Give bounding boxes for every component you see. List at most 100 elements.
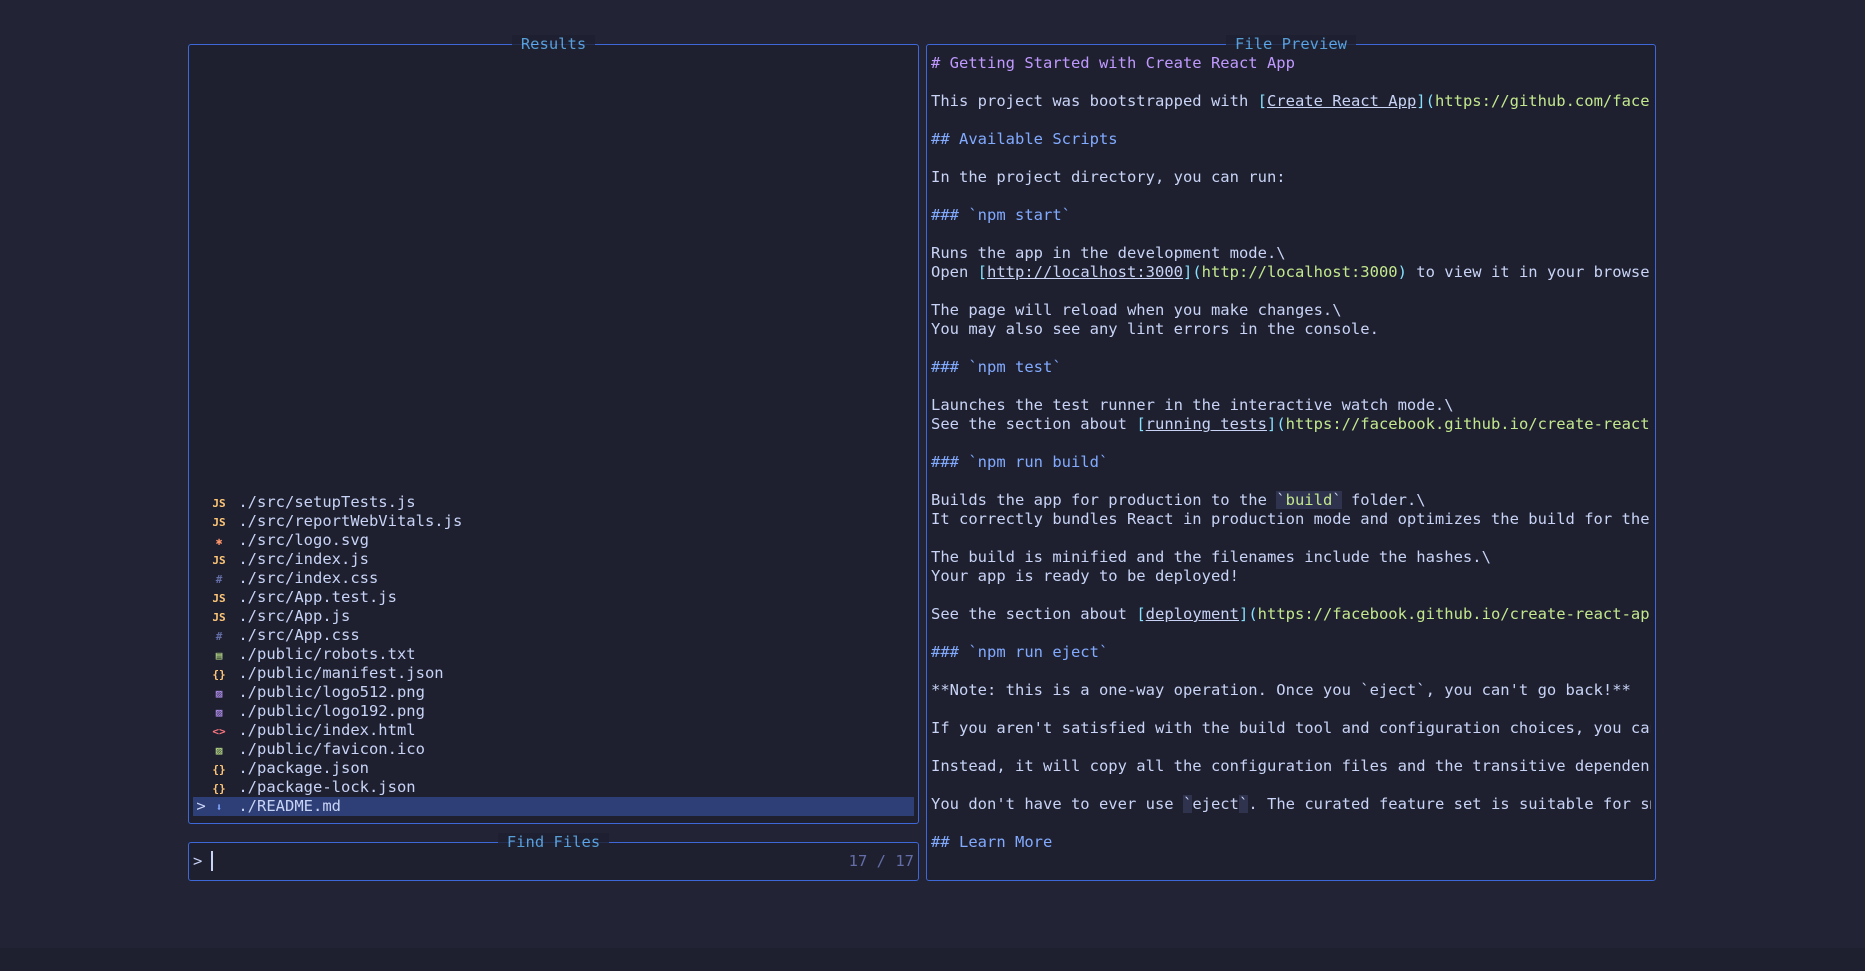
preview-text: If you aren't satisfied with the build t… <box>931 719 1651 737</box>
result-item[interactable]: <> ./public/index.html <box>193 721 914 740</box>
preview-text: ` <box>1182 795 1193 813</box>
preview-line <box>931 187 1651 206</box>
result-item[interactable]: # ./src/index.css <box>193 569 914 588</box>
preview-text: ## <box>931 833 959 851</box>
text-file-icon: ▤ <box>215 649 223 662</box>
result-item-path: ./src/logo.svg <box>229 531 369 549</box>
preview-line: ### `npm test` <box>931 358 1651 377</box>
preview-text: ### <box>931 206 969 224</box>
preview-line <box>931 434 1651 453</box>
preview-text: [ <box>1257 92 1267 110</box>
result-item-path: ./src/index.js <box>229 550 369 568</box>
preview-text: http://localhost:3000 <box>987 263 1183 281</box>
preview-text: . The curated feature set is suitable fo… <box>1248 795 1651 813</box>
result-item[interactable]: ▨ ./public/logo512.png <box>193 683 914 702</box>
preview-text: # Getting Started with Create React App <box>931 54 1295 72</box>
find-files-title: Find Files <box>189 832 918 852</box>
preview-text: ### <box>931 643 969 661</box>
json-icon: {} <box>212 668 226 681</box>
preview-text: folder.\ <box>1341 491 1426 509</box>
preview-line <box>931 472 1651 491</box>
preview-text: Launches the test runner in the interact… <box>931 396 1454 414</box>
preview-text: See the section about <box>931 605 1137 623</box>
result-item[interactable]: ✱ ./src/logo.svg <box>193 531 914 550</box>
result-item[interactable]: {} ./package.json <box>193 759 914 778</box>
preview-text: to view it in your browser. <box>1406 263 1651 281</box>
preview-text: Create React App <box>1266 92 1417 110</box>
preview-text: It correctly bundles React in production… <box>931 510 1651 528</box>
preview-text: deployment <box>1145 605 1239 623</box>
results-list[interactable]: JS ./src/setupTests.js JS ./src/reportWeb… <box>193 493 914 816</box>
preview-text: ` <box>1276 491 1286 509</box>
result-item[interactable]: JS ./src/App.js <box>193 607 914 626</box>
search-input[interactable] <box>211 851 213 871</box>
preview-text: `npm run build` <box>968 453 1109 471</box>
result-item[interactable]: {} ./package-lock.json <box>193 778 914 797</box>
preview-line <box>931 624 1651 643</box>
preview-text: [ <box>1136 415 1146 433</box>
preview-text: You may also see any lint errors in the … <box>931 320 1379 338</box>
preview-line: ### `npm start` <box>931 206 1651 225</box>
json-icon: {} <box>212 763 226 776</box>
result-item[interactable]: {} ./public/manifest.json <box>193 664 914 683</box>
result-item[interactable]: # ./src/App.css <box>193 626 914 645</box>
preview-line <box>931 73 1651 92</box>
preview-text: Your app is ready to be deployed! <box>931 567 1239 585</box>
preview-line <box>931 700 1651 719</box>
preview-content[interactable]: # Getting Started with Create React App T… <box>931 54 1651 852</box>
result-item[interactable]: JS ./src/reportWebVitals.js <box>193 512 914 531</box>
result-item[interactable]: ▨ ./public/logo192.png <box>193 702 914 721</box>
preview-text: eject <box>1192 795 1239 813</box>
preview-line: See the section about [deployment](https… <box>931 605 1651 624</box>
result-item-path: ./package-lock.json <box>229 778 416 796</box>
preview-text: ]( <box>1182 263 1202 281</box>
result-item[interactable]: > ⬇ ./README.md <box>193 797 914 816</box>
preview-text: ` <box>1238 795 1249 813</box>
file-preview-panel: File Preview # Getting Started with Crea… <box>926 35 1656 881</box>
preview-text: You don't have to ever use <box>931 795 1183 813</box>
terminal-bottom-bar <box>0 948 1865 971</box>
preview-line: ### `npm run build` <box>931 453 1651 472</box>
preview-line: **Note: this is a one-way operation. Onc… <box>931 681 1651 700</box>
result-item-path: ./package.json <box>229 759 369 777</box>
json-icon: {} <box>212 782 226 795</box>
preview-line <box>931 225 1651 244</box>
result-item-path: ./src/App.test.js <box>229 588 397 606</box>
preview-text: Learn More <box>959 833 1053 851</box>
result-item[interactable]: ▨ ./public/favicon.ico <box>193 740 914 759</box>
preview-line <box>931 814 1651 833</box>
preview-text: This project was bootstrapped with <box>931 92 1258 110</box>
preview-line <box>931 738 1651 757</box>
css-icon: # <box>215 573 223 586</box>
javascript-icon: JS <box>212 554 226 567</box>
result-item-path: ./public/manifest.json <box>229 664 444 682</box>
preview-text: ]( <box>1238 605 1258 623</box>
result-item[interactable]: JS ./src/index.js <box>193 550 914 569</box>
result-item[interactable]: ▤ ./public/robots.txt <box>193 645 914 664</box>
preview-line: You may also see any lint errors in the … <box>931 320 1651 339</box>
preview-text: build <box>1285 491 1333 509</box>
find-files-panel: Find Files > 17 / 17 <box>188 833 919 881</box>
preview-text: Runs the app in the development mode.\ <box>931 244 1286 262</box>
css-icon: # <box>215 630 223 643</box>
preview-text: running tests <box>1145 415 1267 433</box>
preview-text: **Note: this is a one-way operation. Onc… <box>931 681 1631 699</box>
result-item[interactable]: JS ./src/App.test.js <box>193 588 914 607</box>
preview-text: See the section about <box>931 415 1137 433</box>
preview-text: Available Scripts <box>959 130 1118 148</box>
preview-text: https://facebook.github.io/create-react-… <box>1285 415 1651 433</box>
preview-text: ) <box>1397 263 1407 281</box>
preview-text: Open <box>931 263 978 281</box>
preview-text: In the project directory, you can run: <box>931 168 1286 186</box>
result-item-path: ./public/logo512.png <box>229 683 425 701</box>
preview-line: Your app is ready to be deployed! <box>931 567 1651 586</box>
javascript-icon: JS <box>212 497 226 510</box>
preview-line: This project was bootstrapped with [Crea… <box>931 92 1651 111</box>
result-item-path: ./src/App.js <box>229 607 351 625</box>
result-item[interactable]: JS ./src/setupTests.js <box>193 493 914 512</box>
image-icon: ▨ <box>215 706 223 719</box>
results-panel: Results JS ./src/setupTests.js JS ./src/r… <box>188 35 919 824</box>
preview-text: `npm run eject` <box>968 643 1109 661</box>
preview-line: It correctly bundles React in production… <box>931 510 1651 529</box>
preview-text: http://localhost:3000 <box>1201 263 1398 281</box>
